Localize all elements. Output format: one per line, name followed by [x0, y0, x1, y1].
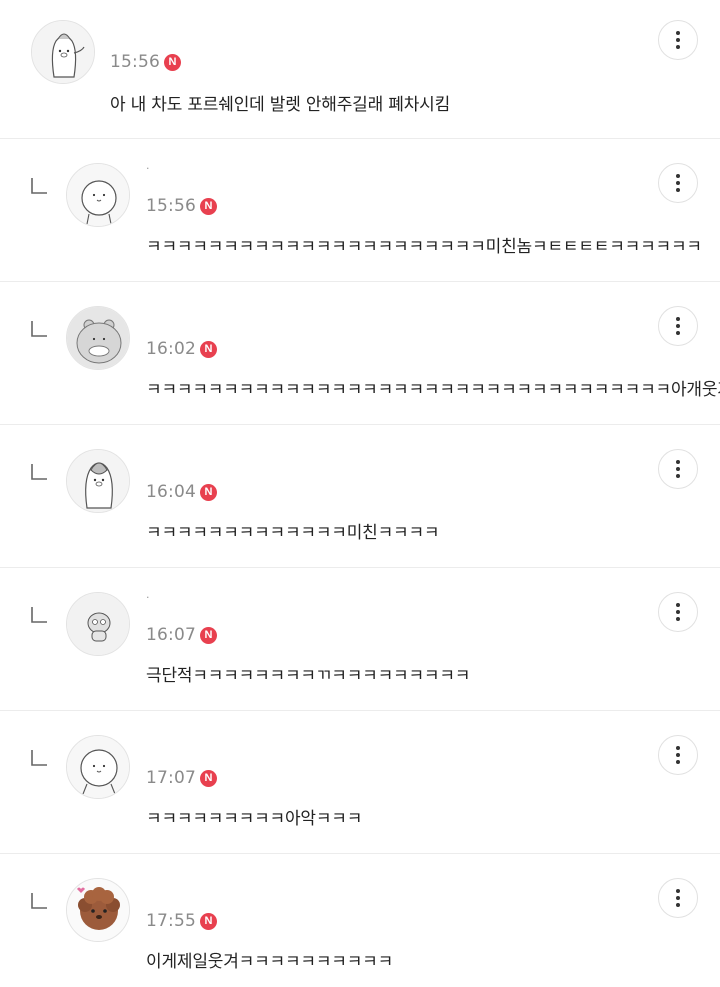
comment-text: ㅋㅋㅋㅋㅋㅋㅋㅋㅋㅋㅋㅋㅋㅋㅋㅋㅋㅋㅋㅋㅋㅋㅋㅋㅋㅋㅋㅋㅋㅋㅋㅋㅋㅋ아개웃겨 [146, 380, 720, 400]
reply-arrow-icon [31, 893, 47, 909]
comment-text: ㅋㅋㅋㅋㅋㅋㅋㅋㅋㅋㅋㅋㅋㅋㅋㅋㅋㅋㅋㅋㅋㅋ미친놈ㅋㅌㅌㅌㅌㅋㅋㅋㅋㅋㅋ [146, 237, 702, 257]
new-badge: N [200, 626, 217, 644]
comment-meta: 16:04 N [146, 481, 217, 503]
new-badge: N [200, 483, 217, 501]
avatar[interactable] [31, 20, 95, 84]
comment-item: 15:56 N 아 내 차도 포르쉐인데 발렛 안해주길래 폐차시킴 [0, 0, 720, 139]
comment-time: 17:07 [146, 768, 196, 788]
comment-meta: 17:55 N [146, 910, 217, 932]
more-options-button[interactable] [658, 735, 698, 775]
reply-arrow-icon [31, 321, 47, 337]
comment-time: 16:07 [146, 625, 196, 645]
comment-meta: 16:02 N [146, 338, 217, 360]
more-vertical-icon [676, 174, 680, 178]
new-badge: N [200, 340, 217, 358]
more-vertical-icon [676, 889, 680, 893]
comment-time: 16:04 [146, 482, 196, 502]
comment-meta: 16:07 N [146, 624, 217, 646]
comment-time: 15:56 [146, 196, 196, 216]
more-vertical-icon [676, 31, 680, 35]
comment-text: 이게제일웃겨ㅋㅋㅋㅋㅋㅋㅋㅋㅋㅋ [146, 952, 394, 972]
more-vertical-icon [676, 317, 680, 321]
more-options-button[interactable] [658, 449, 698, 489]
reply-arrow-icon [31, 750, 47, 766]
penguin-avatar-icon [32, 21, 94, 83]
poodle-avatar-icon [67, 879, 129, 941]
avatar[interactable] [66, 163, 130, 227]
new-badge: N [200, 769, 217, 787]
blob-avatar-icon [67, 736, 129, 798]
reply-item: 17:07 N ㅋㅋㅋㅋㅋㅋㅋㅋㅋ아악ㅋㅋㅋ [0, 711, 720, 854]
penguin-avatar-icon [67, 450, 129, 512]
avatar[interactable] [66, 878, 130, 942]
comment-time: 16:02 [146, 339, 196, 359]
more-vertical-icon [676, 603, 680, 607]
comment-time: 17:55 [146, 911, 196, 931]
new-badge: N [200, 197, 217, 215]
comment-list: 15:56 N 아 내 차도 포르쉐인데 발렛 안해주길래 폐차시킴 · 15:… [0, 0, 720, 987]
comment-meta: 15:56 N [110, 51, 181, 73]
comment-meta: 17:07 N [146, 767, 217, 789]
avatar[interactable] [66, 449, 130, 513]
reply-item: 16:04 N ㅋㅋㅋㅋㅋㅋㅋㅋㅋㅋㅋㅋㅋ미친ㅋㅋㅋㅋ [0, 425, 720, 568]
more-vertical-icon [676, 746, 680, 750]
more-options-button[interactable] [658, 306, 698, 346]
comment-text: 극단적ㅋㅋㅋㅋㅋㅋㅋㅋㄲㅋㅋㅋㅋㅋㅋㅋㅋㅋ [146, 666, 471, 686]
more-options-button[interactable] [658, 163, 698, 203]
more-options-button[interactable] [658, 878, 698, 918]
comment-text: ㅋㅋㅋㅋㅋㅋㅋㅋㅋㅋㅋㅋㅋ미친ㅋㅋㅋㅋ [146, 523, 440, 543]
comment-text: ㅋㅋㅋㅋㅋㅋㅋㅋㅋ아악ㅋㅋㅋ [146, 809, 363, 829]
hamster-avatar-icon [67, 307, 129, 369]
comment-time: 15:56 [110, 52, 160, 72]
new-badge: N [164, 53, 181, 71]
mini-character-avatar-icon [67, 593, 129, 655]
avatar[interactable] [66, 735, 130, 799]
comment-text: 아 내 차도 포르쉐인데 발렛 안해주길래 폐차시킴 [110, 95, 451, 115]
reply-arrow-icon [31, 464, 47, 480]
blob-avatar-icon [67, 164, 129, 226]
reply-arrow-icon [31, 607, 47, 623]
more-options-button[interactable] [658, 592, 698, 632]
avatar[interactable] [66, 592, 130, 656]
more-options-button[interactable] [658, 20, 698, 60]
reply-item: · 15:56 N ㅋㅋㅋㅋㅋㅋㅋㅋㅋㅋㅋㅋㅋㅋㅋㅋㅋㅋㅋㅋㅋㅋ미친놈ㅋㅌㅌㅌㅌ… [0, 139, 720, 282]
comment-nickname: · [146, 162, 150, 175]
reply-item: 17:55 N 이게제일웃겨ㅋㅋㅋㅋㅋㅋㅋㅋㅋㅋ [0, 854, 720, 987]
new-badge: N [200, 912, 217, 930]
reply-arrow-icon [31, 178, 47, 194]
comment-meta: 15:56 N [146, 195, 217, 217]
comment-nickname: · [146, 591, 150, 604]
avatar[interactable] [66, 306, 130, 370]
reply-item: 16:02 N ㅋㅋㅋㅋㅋㅋㅋㅋㅋㅋㅋㅋㅋㅋㅋㅋㅋㅋㅋㅋㅋㅋㅋㅋㅋㅋㅋㅋㅋㅋㅋㅋ… [0, 282, 720, 425]
reply-item: · 16:07 N 극단적ㅋㅋㅋㅋㅋㅋㅋㅋㄲㅋㅋㅋㅋㅋㅋㅋㅋㅋ [0, 568, 720, 711]
more-vertical-icon [676, 460, 680, 464]
